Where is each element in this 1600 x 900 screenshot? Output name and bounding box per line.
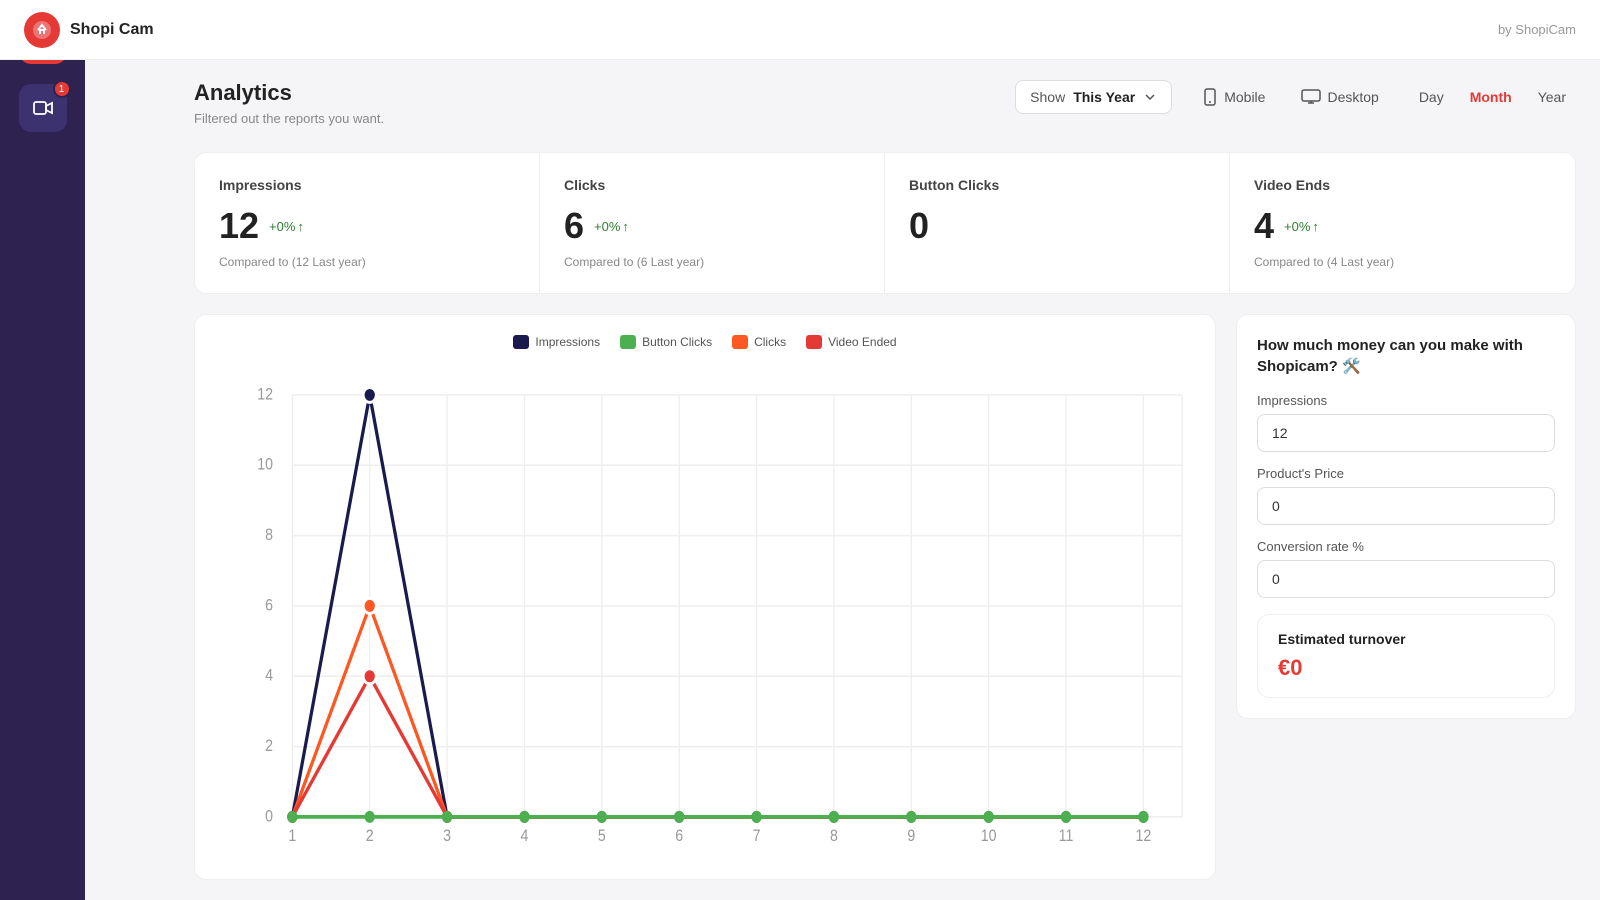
impressions-value: 12 [219, 205, 259, 247]
svg-text:6: 6 [265, 597, 273, 615]
svg-text:8: 8 [265, 526, 273, 544]
year-tab[interactable]: Year [1528, 83, 1576, 111]
product-price-input[interactable] [1257, 487, 1555, 525]
legend-button-clicks: Button Clicks [620, 335, 712, 349]
chart-area: 0 2 4 6 8 10 12 1 2 3 4 5 6 7 8 9 [215, 365, 1195, 859]
bottom-row: Impressions Button Clicks Clicks Video E… [194, 314, 1576, 880]
svg-text:1: 1 [288, 827, 296, 845]
product-price-label: Product's Price [1257, 466, 1555, 481]
clicks-change: +0% ↑ [594, 219, 629, 234]
impressions-label: Impressions [219, 177, 515, 193]
mobile-label: Mobile [1224, 89, 1265, 105]
topbar: Shopi Cam by ShopiCam [0, 0, 1600, 60]
stat-card-button-clicks: Button Clicks 0 [885, 153, 1230, 293]
legend-label-impressions: Impressions [535, 335, 600, 349]
svg-text:10: 10 [257, 456, 273, 474]
button-clicks-label: Button Clicks [909, 177, 1205, 193]
chart-legend: Impressions Button Clicks Clicks Video E… [215, 335, 1195, 349]
svg-text:4: 4 [521, 827, 529, 845]
day-tab[interactable]: Day [1409, 83, 1454, 111]
legend-clicks: Clicks [732, 335, 786, 349]
legend-dot-clicks [732, 335, 748, 349]
estimated-value: €0 [1278, 655, 1534, 681]
video-ends-value: 4 [1254, 205, 1274, 247]
chart-panel: Impressions Button Clicks Clicks Video E… [194, 314, 1216, 880]
svg-text:4: 4 [265, 667, 273, 685]
desktop-icon [1301, 89, 1321, 105]
svg-text:2: 2 [366, 827, 374, 845]
svg-text:0: 0 [265, 808, 273, 826]
brand-name: Shopi Cam [70, 21, 154, 39]
money-calculator: How much money can you make with Shopica… [1236, 314, 1576, 719]
notification-badge: 1 [53, 80, 71, 98]
estimated-box: Estimated turnover €0 [1257, 614, 1555, 698]
desktop-label: Desktop [1327, 89, 1378, 105]
video-ends-label: Video Ends [1254, 177, 1551, 193]
show-label: Show [1030, 89, 1065, 105]
clicks-label: Clicks [564, 177, 860, 193]
legend-impressions: Impressions [513, 335, 600, 349]
impressions-change: +0% ↑ [269, 219, 304, 234]
svg-text:8: 8 [830, 827, 838, 845]
svg-text:12: 12 [257, 386, 273, 404]
legend-video-ended: Video Ended [806, 335, 897, 349]
svg-text:12: 12 [1136, 827, 1152, 845]
sidebar-item-video[interactable]: 1 [19, 84, 67, 132]
mobile-icon [1202, 88, 1218, 106]
svg-text:5: 5 [598, 827, 606, 845]
stat-card-impressions: Impressions 12 +0% ↑ Compared to (12 Las… [195, 153, 540, 293]
conversion-rate-input[interactable] [1257, 560, 1555, 598]
stat-card-video-ends: Video Ends 4 +0% ↑ Compared to (4 Last y… [1230, 153, 1575, 293]
clicks-compare: Compared to (6 Last year) [564, 255, 860, 269]
legend-label-clicks: Clicks [754, 335, 786, 349]
legend-dot-video-ended [806, 335, 822, 349]
svg-text:9: 9 [907, 827, 915, 845]
byline: by ShopiCam [1498, 22, 1576, 37]
video-ends-compare: Compared to (4 Last year) [1254, 255, 1551, 269]
video-ends-change: +0% ↑ [1284, 219, 1319, 234]
button-clicks-value: 0 [909, 205, 929, 247]
line-chart: 0 2 4 6 8 10 12 1 2 3 4 5 6 7 8 9 [215, 365, 1195, 859]
analytics-header: Analytics Filtered out the reports you w… [194, 80, 1576, 128]
logo-icon [24, 12, 60, 48]
estimated-label: Estimated turnover [1278, 631, 1534, 647]
svg-text:7: 7 [753, 827, 761, 845]
main-content: Analytics Filtered out the reports you w… [170, 60, 1600, 900]
analytics-controls: Show This Year Mobile [1015, 80, 1576, 114]
page-title: Analytics [194, 80, 384, 106]
svg-text:11: 11 [1059, 827, 1074, 845]
conversion-rate-label: Conversion rate % [1257, 539, 1555, 554]
money-title: How much money can you make with Shopica… [1257, 335, 1555, 377]
show-year-dropdown[interactable]: Show This Year [1015, 80, 1172, 114]
impressions-input[interactable] [1257, 414, 1555, 452]
legend-dot-button-clicks [620, 335, 636, 349]
show-value: This Year [1073, 89, 1135, 105]
mobile-tab[interactable]: Mobile [1192, 82, 1275, 112]
month-tab[interactable]: Month [1460, 83, 1522, 111]
brand: Shopi Cam [24, 12, 154, 48]
svg-text:3: 3 [443, 827, 451, 845]
impressions-field-label: Impressions [1257, 393, 1555, 408]
impressions-field: Impressions [1257, 393, 1555, 452]
svg-text:10: 10 [981, 827, 997, 845]
legend-dot-impressions [513, 335, 529, 349]
desktop-tab[interactable]: Desktop [1291, 83, 1388, 111]
legend-label-video-ended: Video Ended [828, 335, 897, 349]
svg-text:6: 6 [675, 827, 683, 845]
analytics-title-block: Analytics Filtered out the reports you w… [194, 80, 384, 128]
svg-text:2: 2 [265, 737, 273, 755]
device-tabs: Mobile Desktop [1192, 82, 1389, 112]
product-price-field: Product's Price [1257, 466, 1555, 525]
time-tabs: Day Month Year [1409, 83, 1576, 111]
legend-label-button-clicks: Button Clicks [642, 335, 712, 349]
stat-card-clicks: Clicks 6 +0% ↑ Compared to (6 Last year) [540, 153, 885, 293]
conversion-rate-field: Conversion rate % [1257, 539, 1555, 598]
clicks-value: 6 [564, 205, 584, 247]
chevron-down-icon [1143, 90, 1157, 104]
stats-row: Impressions 12 +0% ↑ Compared to (12 Las… [194, 152, 1576, 294]
right-panel: How much money can you make with Shopica… [1236, 314, 1576, 880]
impressions-compare: Compared to (12 Last year) [219, 255, 515, 269]
page-subtitle: Filtered out the reports you want. [194, 110, 384, 128]
sidebar: 1 [0, 0, 85, 900]
